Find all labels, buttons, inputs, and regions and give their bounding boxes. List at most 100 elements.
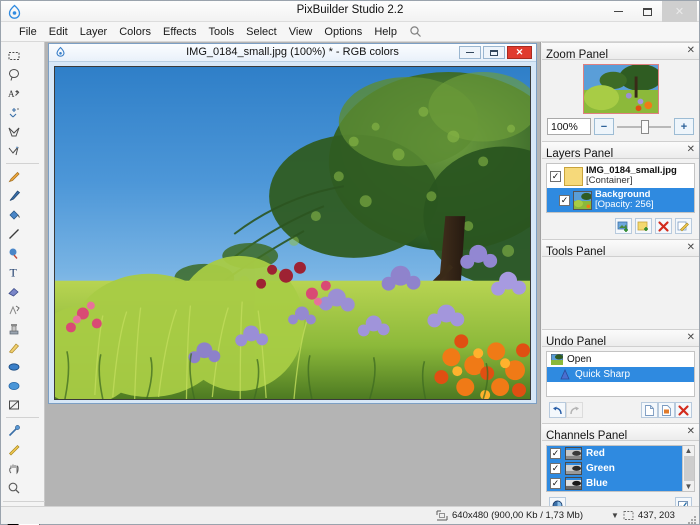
image-document-window: IMG_0184_small.jpg (100%) * - RGB colors… (48, 43, 537, 404)
channels-scrollbar[interactable]: ▲ ▼ (682, 446, 694, 491)
ellipse-shape-tool[interactable] (4, 357, 23, 376)
list-item[interactable]: Quick Sharp (547, 367, 694, 382)
window-minimize-button[interactable] (604, 1, 633, 22)
title-bar: PixBuilder Studio 2.2 ✕ (1, 1, 699, 22)
blur-tool[interactable] (4, 338, 23, 357)
menu-item-options[interactable]: Options (318, 24, 368, 40)
channel-label: Blue (586, 478, 608, 489)
layers-button-bar (545, 215, 696, 237)
close-icon[interactable]: ✕ (687, 45, 695, 56)
undo-button[interactable] (549, 402, 566, 418)
list-item[interactable]: Open (547, 352, 694, 367)
zoom-tool[interactable] (4, 478, 23, 497)
restore-snapshot-button[interactable] (658, 402, 675, 418)
menu-item-edit[interactable]: Edit (43, 24, 74, 40)
menu-item-tools[interactable]: Tools (202, 24, 240, 40)
smudge-tool[interactable] (4, 300, 23, 319)
zoom-panel-header: Zoom Panel ✕ (542, 42, 699, 61)
minimize-icon (614, 11, 623, 12)
hand-tool[interactable] (4, 459, 23, 478)
menu-search-button[interactable] (409, 25, 422, 38)
close-icon[interactable]: ✕ (687, 426, 695, 437)
menu-item-file[interactable]: File (13, 24, 43, 40)
fill-bucket-tool[interactable] (4, 205, 23, 224)
window-maximize-button[interactable] (633, 1, 662, 22)
add-group-button[interactable] (635, 218, 652, 234)
list-item[interactable]: ✓ Background [Opacity: 256] (547, 188, 694, 212)
pencil-tool[interactable] (4, 167, 23, 186)
maximize-icon (643, 7, 652, 16)
list-item[interactable]: ✓ IMG_0184_small.jpg [Container] (547, 164, 694, 188)
zoom-thumbnail[interactable] (582, 64, 659, 114)
clone-stamp-tool[interactable] (4, 319, 23, 338)
zoom-panel: Zoom Panel ✕ 100% − + (542, 42, 699, 141)
redo-button[interactable] (566, 402, 583, 418)
image-canvas[interactable] (54, 66, 531, 400)
rounded-rect-shape-tool[interactable] (4, 376, 23, 395)
add-layer-button[interactable] (615, 218, 632, 234)
delete-icon (678, 404, 689, 416)
chevron-down-icon[interactable]: ▼ (611, 511, 619, 520)
zoom-slider-thumb[interactable] (641, 120, 650, 134)
zoom-value-input[interactable]: 100% (547, 118, 591, 135)
channel-visibility-checkbox[interactable]: ✓ (550, 448, 561, 459)
image-window-maximize-button[interactable] (483, 46, 505, 59)
tools-panel-header: Tools Panel ✕ (542, 239, 699, 258)
chevron-down-icon[interactable]: ▼ (685, 482, 693, 491)
layers-panel-title: Layers Panel (546, 148, 614, 160)
close-icon[interactable]: ✕ (687, 144, 695, 155)
rectangle-select-tool[interactable] (4, 46, 23, 65)
list-item[interactable]: ✓ Green (547, 461, 694, 476)
lasso-select-tool[interactable] (4, 65, 23, 84)
zoom-slider[interactable] (617, 118, 671, 135)
eraser-tool[interactable] (4, 281, 23, 300)
brush-tool[interactable] (4, 186, 23, 205)
layer-visibility-checkbox[interactable]: ✓ (559, 194, 570, 206)
channel-visibility-checkbox[interactable]: ✓ (550, 463, 561, 474)
image-icon (551, 354, 563, 365)
free-select-tool[interactable] (4, 141, 23, 160)
image-window-titlebar: IMG_0184_small.jpg (100%) * - RGB colors… (49, 44, 536, 62)
layer-properties-button[interactable] (675, 218, 692, 234)
crop-tool[interactable] (4, 395, 23, 414)
resize-grip-icon[interactable] (687, 512, 697, 524)
eyedropper-tool[interactable] (4, 421, 23, 440)
delete-layer-button[interactable] (655, 218, 672, 234)
garden-photo-illustration (55, 71, 530, 399)
scrollbar-thumb[interactable] (683, 456, 694, 481)
minimize-icon (466, 52, 474, 53)
text-tool[interactable]: T (4, 262, 23, 281)
image-window-close-button[interactable]: ✕ (507, 46, 532, 59)
list-item[interactable]: ✓ Red (547, 446, 694, 461)
window-close-button[interactable]: ✕ (662, 1, 697, 22)
line-tool[interactable] (4, 224, 23, 243)
magic-select-tool[interactable] (4, 103, 23, 122)
close-icon[interactable]: ✕ (687, 332, 695, 343)
menu-item-view[interactable]: View (283, 24, 319, 40)
channel-visibility-checkbox[interactable]: ✓ (550, 478, 561, 489)
plus-icon: + (680, 120, 688, 133)
image-window-minimize-button[interactable] (459, 46, 481, 59)
undo-panel-body: Open Quick Sharp (542, 347, 699, 423)
workspace: IMG_0184_small.jpg (100%) * - RGB colors… (45, 42, 541, 506)
new-snapshot-button[interactable] (641, 402, 658, 418)
polygon-select-tool[interactable] (4, 122, 23, 141)
menu-item-layer[interactable]: Layer (74, 24, 114, 40)
zoom-in-button[interactable]: + (674, 118, 694, 135)
undo-history-list: Open Quick Sharp (546, 351, 695, 397)
list-item[interactable]: ✓ Blue (547, 476, 694, 491)
chevron-up-icon[interactable]: ▲ (685, 446, 693, 455)
clear-history-button[interactable] (675, 402, 692, 418)
menu-item-help[interactable]: Help (368, 24, 403, 40)
magic-wand-tool[interactable]: A (4, 84, 23, 103)
menu-item-colors[interactable]: Colors (113, 24, 157, 40)
folder-icon (564, 166, 583, 186)
measure-tool[interactable] (4, 440, 23, 459)
menu-item-effects[interactable]: Effects (157, 24, 202, 40)
zoom-out-button[interactable]: − (594, 118, 614, 135)
gradient-tool[interactable] (4, 243, 23, 262)
close-icon[interactable]: ✕ (687, 242, 695, 253)
menu-item-select[interactable]: Select (240, 24, 283, 40)
tools-panel: Tools Panel ✕ (542, 239, 699, 329)
layer-visibility-checkbox[interactable]: ✓ (550, 170, 561, 182)
